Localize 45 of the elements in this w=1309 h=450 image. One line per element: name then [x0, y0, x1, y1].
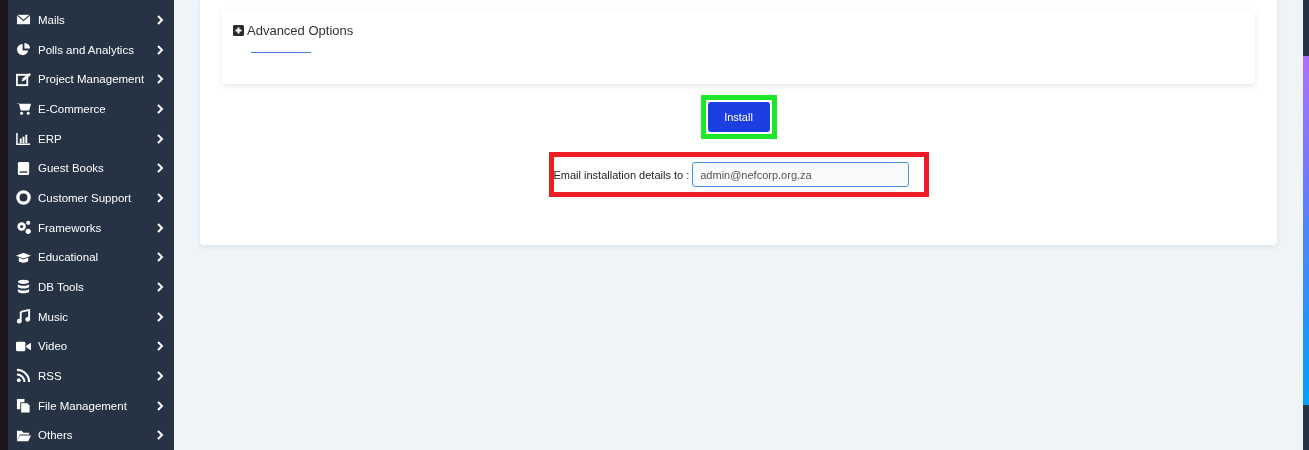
database-icon	[16, 279, 31, 295]
chevron-icon	[157, 311, 164, 322]
scrollbar-thumb[interactable]	[1303, 56, 1309, 405]
chevron-icon	[157, 44, 164, 55]
sidebar-item[interactable]: DB Tools	[8, 272, 174, 302]
email-field[interactable]: admin@nefcorp.org.za	[692, 162, 910, 187]
chevron-icon	[157, 14, 164, 25]
accent-line	[251, 52, 311, 53]
sidebar-item[interactable]: Others	[8, 420, 174, 450]
email-label: Email installation details to :	[553, 168, 690, 181]
chevron-icon	[157, 281, 164, 292]
sidebar-item[interactable]: File Management	[8, 390, 174, 421]
sidebar-item[interactable]: Customer Support	[8, 183, 174, 213]
chevron-icon	[157, 341, 164, 352]
sidebar-item[interactable]: Polls and Analytics	[8, 34, 174, 65]
sidebar-item[interactable]: Guest Books	[8, 153, 174, 184]
chevron-icon	[157, 370, 164, 381]
music-note-icon	[16, 309, 31, 325]
bar-chart-icon	[16, 131, 31, 146]
chevron-icon	[157, 430, 164, 441]
chevron-icon	[157, 222, 164, 233]
chevron-icon	[157, 192, 164, 203]
advanced-options-toggle[interactable]: Advanced Options	[233, 23, 354, 38]
book-icon	[16, 160, 31, 176]
chevron-icon	[157, 163, 164, 174]
edit-icon	[16, 71, 31, 87]
rss-icon	[16, 368, 31, 384]
chevron-icon	[157, 133, 164, 144]
chevron-icon	[157, 252, 164, 263]
sidebar-item[interactable]: Music	[8, 301, 174, 332]
sidebar-item[interactable]: ERP	[8, 123, 174, 154]
sidebar-item[interactable]: E-Commerce	[8, 94, 174, 124]
sidebar-item[interactable]: RSS	[8, 361, 174, 391]
sidebar-item[interactable]: Educational	[8, 242, 174, 273]
sidebar-item[interactable]: Video	[8, 331, 174, 362]
pie-chart-icon	[16, 42, 31, 57]
sidebar-item[interactable]: Mails	[8, 5, 174, 35]
chevron-icon	[157, 74, 164, 85]
chevron-icon	[157, 103, 164, 114]
files-icon	[16, 398, 31, 414]
chevron-icon	[157, 400, 164, 411]
sidebar-item[interactable]: Frameworks	[8, 212, 174, 243]
cart-icon	[16, 101, 31, 117]
sidebar-item[interactable]: Project Management	[8, 64, 174, 94]
install-button[interactable]: Install	[707, 102, 770, 132]
